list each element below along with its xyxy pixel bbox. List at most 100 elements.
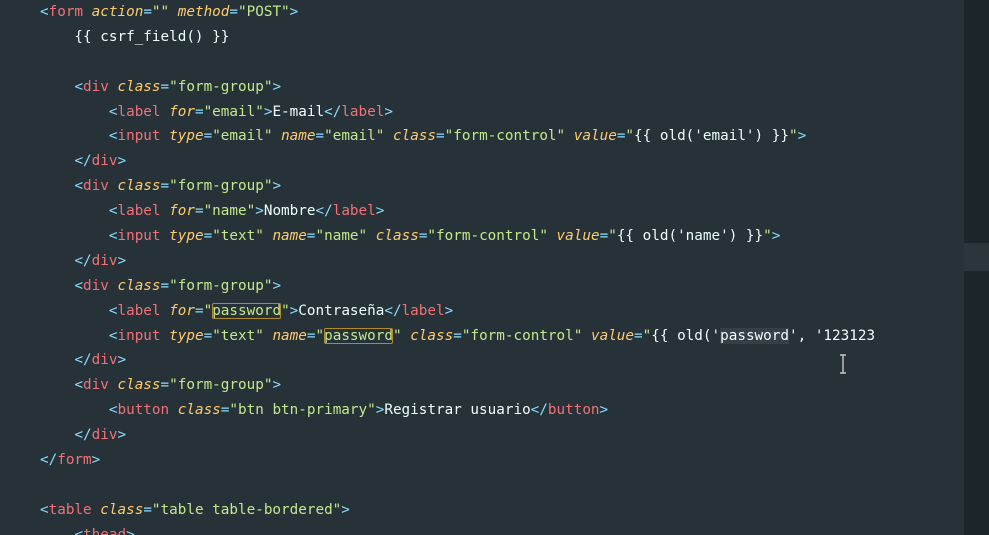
code-tag: label <box>117 302 161 319</box>
code-editor[interactable]: <form action="" method="POST"> {{ csrf_f… <box>0 0 964 535</box>
code-punctuation: > <box>599 402 609 419</box>
code-punctuation: > <box>117 153 127 170</box>
code-line[interactable]: ​ <box>40 473 875 498</box>
code-line[interactable]: <input type="text" name="name" class="fo… <box>40 224 875 249</box>
code-tag: form <box>48 4 84 20</box>
code-attribute: for <box>169 302 195 319</box>
code-line[interactable]: <form action="" method="POST"> <box>40 0 875 25</box>
code-punctuation: > <box>289 302 299 319</box>
code-string: "form-control" <box>427 228 548 245</box>
code-string: "email" <box>324 128 385 145</box>
code-line[interactable]: </div> <box>40 348 875 373</box>
code-line[interactable]: <label for="password">Contraseña</label> <box>40 299 875 324</box>
code-punctuation: > <box>255 203 264 220</box>
code-line[interactable]: </div> <box>40 249 875 274</box>
code-string: "name" <box>203 203 256 220</box>
code-punctuation: > <box>272 277 282 294</box>
code-punctuation: = <box>634 327 643 344</box>
highlighted-match: password <box>324 327 393 344</box>
code-line[interactable]: </form> <box>40 448 875 473</box>
code-string: "form-control" <box>444 128 566 145</box>
code-punctuation: = <box>160 277 170 294</box>
code-tag: div <box>91 427 118 444</box>
code-attribute: class <box>177 402 221 419</box>
code-tag: label <box>117 103 161 120</box>
code-punctuation: < <box>74 78 84 95</box>
code-punctuation: = <box>143 501 152 518</box>
code-line[interactable]: <div class="form-group"> <box>40 274 875 299</box>
code-line[interactable]: </div> <box>40 149 875 174</box>
code-punctuation: > <box>117 427 127 444</box>
code-punctuation: </ <box>324 103 342 120</box>
code-attribute: for <box>169 103 195 120</box>
code-tag: div <box>91 352 118 369</box>
code-punctuation: < <box>74 526 84 535</box>
code-line[interactable]: <thead> <box>40 523 875 535</box>
code-punctuation: = <box>160 78 170 95</box>
code-string: "text" <box>212 228 264 245</box>
code-attribute: class <box>117 277 161 294</box>
code-line[interactable]: <div class="form-group"> <box>40 373 875 398</box>
code-line[interactable]: <button class="btn btn-primary">Registra… <box>40 398 875 423</box>
code-template: {{ old(' <box>651 327 721 344</box>
code-string: " <box>608 228 617 245</box>
code-attribute: value <box>573 128 617 145</box>
code-string: "form-group" <box>169 277 273 294</box>
code-line[interactable]: {{ csrf_field() }} <box>40 25 875 50</box>
code-line[interactable]: <div class="form-group"> <box>40 75 875 100</box>
code-text: Contraseña <box>298 302 385 319</box>
code-line[interactable]: ​ <box>40 50 875 75</box>
code-punctuation: > <box>384 103 393 120</box>
code-line[interactable]: <div class="form-group"> <box>40 174 875 199</box>
code-attribute: method <box>177 4 230 20</box>
code-line[interactable]: <label for="name">Nombre</label> <box>40 199 875 224</box>
code-text: Nombre <box>263 203 316 220</box>
code-punctuation: </ <box>74 352 92 369</box>
code-tag: input <box>117 128 161 145</box>
code-string: " <box>281 302 290 319</box>
code-string: "email" <box>203 103 264 120</box>
code-string: "" <box>151 4 170 20</box>
scrollbar-thumb[interactable] <box>964 243 989 271</box>
code-tag: input <box>117 327 161 344</box>
code-line[interactable]: <table class="table table-bordered"> <box>40 498 875 523</box>
code-string: "text" <box>212 327 264 344</box>
code-line[interactable]: <label for="email">E-mail</label> <box>40 100 875 125</box>
vertical-scrollbar[interactable] <box>964 0 989 535</box>
code-text: E-mail <box>272 103 325 120</box>
code-punctuation: < <box>40 4 49 20</box>
code-line[interactable]: </div> <box>40 423 875 448</box>
code-template: {{ old('email') }} <box>634 128 789 145</box>
code-string: "form-group" <box>169 78 273 95</box>
code-punctuation: = <box>160 178 170 195</box>
text-cursor-icon <box>840 354 846 374</box>
code-punctuation: = <box>315 128 325 145</box>
code-string: " <box>315 327 325 344</box>
code-line[interactable]: <input type="text" name="password" class… <box>40 324 875 349</box>
code-tag: input <box>117 228 161 245</box>
code-tag: label <box>401 302 445 319</box>
code-tag: div <box>91 153 118 170</box>
code-line[interactable]: <input type="email" name="email" class="… <box>40 124 875 149</box>
code-tag: table <box>48 501 92 518</box>
